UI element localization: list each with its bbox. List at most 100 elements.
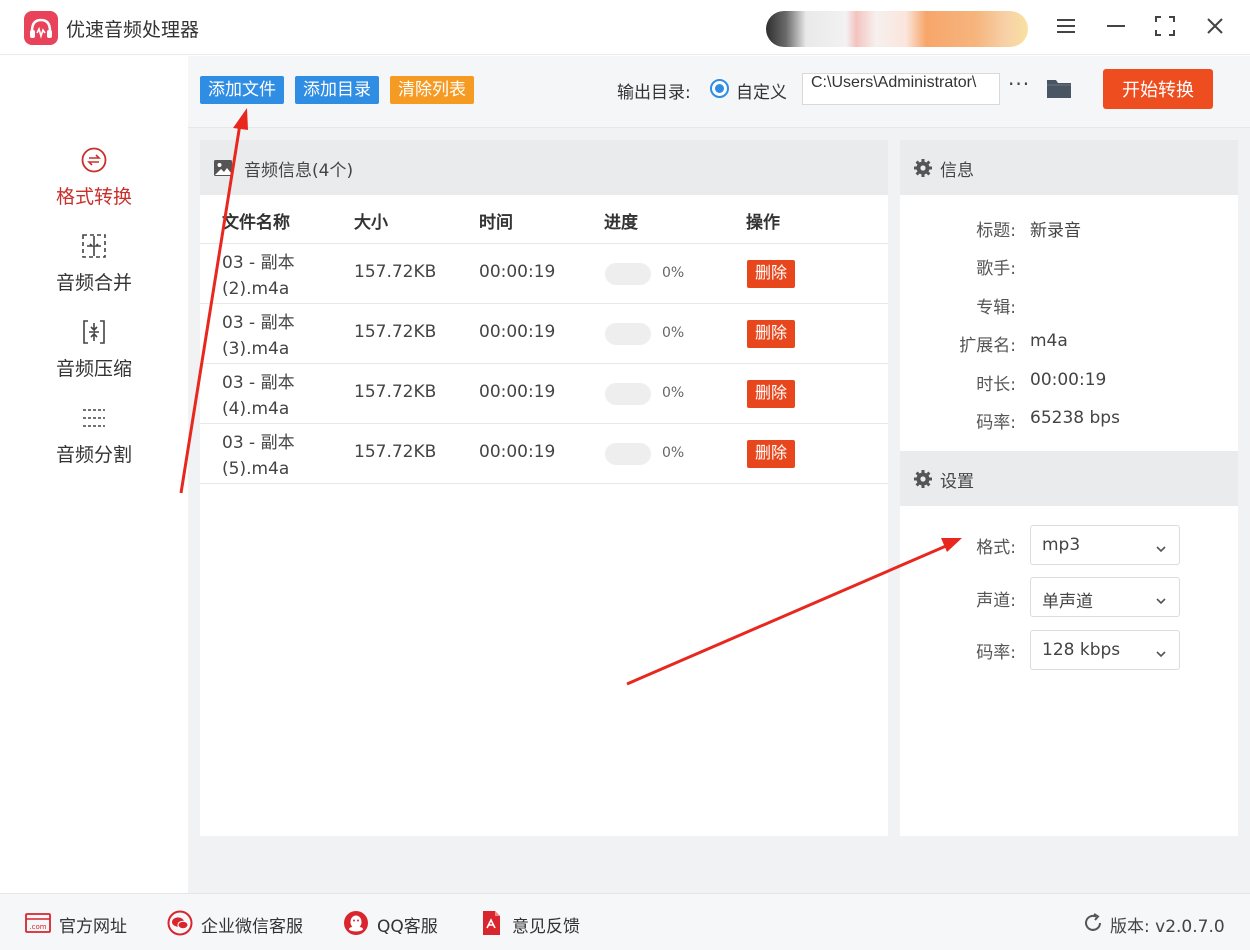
app-title: 优速音频处理器 — [66, 19, 200, 41]
close-icon[interactable] — [1201, 12, 1229, 40]
file-size: 157.72KB — [354, 382, 437, 402]
progress-bar — [605, 443, 651, 465]
file-size: 157.72KB — [354, 322, 437, 342]
menu-icon[interactable] — [1052, 12, 1080, 40]
sidebar-item-label: 格式转换 — [55, 186, 132, 208]
sidebar-item-audio-compress[interactable]: 音频压缩 — [0, 318, 188, 398]
compress-icon — [80, 318, 108, 346]
add-directory-button[interactable]: 添加目录 — [295, 76, 379, 104]
custom-radio[interactable] — [710, 79, 729, 98]
progress-text: 0% — [662, 445, 685, 461]
table-row[interactable]: 03 - 副本 (4).m4a 157.72KB 00:00:19 0% 删除 — [200, 364, 888, 424]
delete-button[interactable]: 删除 — [747, 440, 796, 468]
sidebar: 格式转换 音频合并 音频压缩 音频分割 — [0, 56, 188, 893]
channel-select[interactable]: 单声道 — [1030, 577, 1180, 617]
bitrate-select[interactable]: 128 kbps — [1030, 630, 1180, 670]
info-label-album: 专辑: — [976, 298, 1016, 318]
website-label: 官方网址 — [59, 917, 127, 937]
custom-radio-label[interactable]: 自定义 — [736, 78, 787, 103]
gear-icon — [913, 158, 933, 178]
progress-bar — [605, 263, 651, 285]
minimize-icon[interactable] — [1102, 12, 1130, 40]
output-path-field[interactable]: C:\Users\Administrator\ — [802, 73, 1000, 105]
footer: .com 官方网址 企业微信客服 QQ客服 意见反馈 版本: v2.0.7.0 — [0, 893, 1250, 950]
feedback-label: 意见反馈 — [512, 917, 580, 937]
info-label-duration: 时长: — [976, 375, 1016, 395]
column-header-progress: 进度 — [604, 213, 638, 233]
chevron-down-icon — [1155, 645, 1167, 658]
column-header-size: 大小 — [354, 213, 388, 233]
info-value-bitrate: 65238 bps — [1030, 408, 1120, 428]
file-duration: 00:00:19 — [479, 382, 556, 402]
info-label-bitrate: 码率: — [976, 413, 1016, 433]
audio-list-title: 音频信息(4个) — [244, 161, 354, 181]
file-duration: 00:00:19 — [479, 322, 556, 342]
file-duration: 00:00:19 — [479, 442, 556, 462]
start-convert-button[interactable]: 开始转换 — [1103, 69, 1213, 109]
title-bar: 优速音频处理器 — [0, 0, 1250, 55]
table-row[interactable]: 03 - 副本 (2).m4a 157.72KB 00:00:19 0% 删除 — [200, 244, 888, 304]
info-label-title: 标题: — [976, 221, 1016, 241]
qq-service-label: QQ客服 — [377, 917, 438, 937]
info-value-duration: 00:00:19 — [1030, 370, 1107, 390]
table-row[interactable]: 03 - 副本 (5).m4a 157.72KB 00:00:19 0% 删除 — [200, 424, 888, 484]
delete-button[interactable]: 删除 — [747, 260, 796, 288]
website-icon: .com — [25, 910, 51, 936]
output-dir-label: 输出目录: — [617, 83, 691, 103]
folder-icon[interactable] — [1046, 76, 1072, 100]
file-name: 03 - 副本 (2).m4a — [222, 253, 295, 299]
bitrate-label: 码率: — [976, 643, 1016, 663]
format-select[interactable]: mp3 — [1030, 525, 1180, 565]
file-duration: 00:00:19 — [479, 262, 556, 282]
gear-icon — [913, 469, 933, 489]
info-label-extension: 扩展名: — [959, 336, 1016, 356]
convert-icon — [80, 146, 108, 174]
progress-text: 0% — [662, 385, 685, 401]
sidebar-item-label: 音频压缩 — [55, 358, 132, 380]
chevron-down-icon — [1155, 592, 1167, 605]
progress-text: 0% — [662, 325, 685, 341]
sidebar-item-format-convert[interactable]: 格式转换 — [0, 146, 188, 226]
split-icon — [80, 404, 108, 432]
file-name: 03 - 副本 (3).m4a — [222, 313, 295, 359]
settings-section-title: 设置 — [940, 472, 974, 492]
user-avatar-blurred[interactable] — [766, 11, 1028, 47]
table-row[interactable]: 03 - 副本 (3).m4a 157.72KB 00:00:19 0% 删除 — [200, 304, 888, 364]
file-size: 157.72KB — [354, 262, 437, 282]
image-icon — [213, 158, 233, 178]
qq-icon — [343, 910, 369, 936]
file-name: 03 - 副本 (5).m4a — [222, 433, 295, 479]
more-options-button[interactable]: ··· — [1008, 72, 1030, 96]
audio-list-header: 音频信息(4个) — [200, 140, 888, 195]
toolbar: 添加文件 添加目录 清除列表 输出目录: 自定义 C:\Users\Admini… — [188, 56, 1250, 128]
fullscreen-icon[interactable] — [1151, 12, 1179, 40]
format-label: 格式: — [976, 538, 1016, 558]
column-header-name: 文件名称 — [222, 213, 290, 233]
channel-select-value: 单声道 — [1042, 592, 1093, 612]
info-value-extension: m4a — [1030, 331, 1068, 351]
progress-text: 0% — [662, 265, 685, 281]
clear-list-button[interactable]: 清除列表 — [390, 76, 474, 104]
progress-bar — [605, 323, 651, 345]
info-value-title: 新录音 — [1030, 221, 1081, 241]
delete-button[interactable]: 删除 — [747, 320, 796, 348]
delete-button[interactable]: 删除 — [747, 380, 796, 408]
channel-label: 声道: — [976, 591, 1016, 611]
sidebar-item-audio-merge[interactable]: 音频合并 — [0, 232, 188, 312]
info-section-title: 信息 — [940, 161, 974, 181]
right-panel: 信息 标题: 新录音 歌手: 专辑: 扩展名: m4a 时长: 00:00:19… — [900, 140, 1238, 836]
audio-list-panel: 音频信息(4个) 文件名称 大小 时间 进度 操作 03 - 副本 (2).m4a… — [200, 140, 888, 836]
chevron-down-icon — [1155, 540, 1167, 553]
version-label: 版本: v2.0.7.0 — [1110, 917, 1225, 937]
merge-icon — [80, 232, 108, 260]
info-label-artist: 歌手: — [976, 259, 1016, 279]
refresh-icon — [1082, 912, 1104, 934]
add-file-button[interactable]: 添加文件 — [200, 76, 284, 104]
settings-section-header: 设置 — [900, 451, 1238, 506]
info-section-header: 信息 — [900, 140, 1238, 195]
sidebar-item-audio-split[interactable]: 音频分割 — [0, 404, 188, 484]
sidebar-item-label: 音频分割 — [55, 444, 132, 466]
feedback-document-icon — [478, 910, 504, 936]
file-name: 03 - 副本 (4).m4a — [222, 373, 295, 419]
file-size: 157.72KB — [354, 442, 437, 462]
